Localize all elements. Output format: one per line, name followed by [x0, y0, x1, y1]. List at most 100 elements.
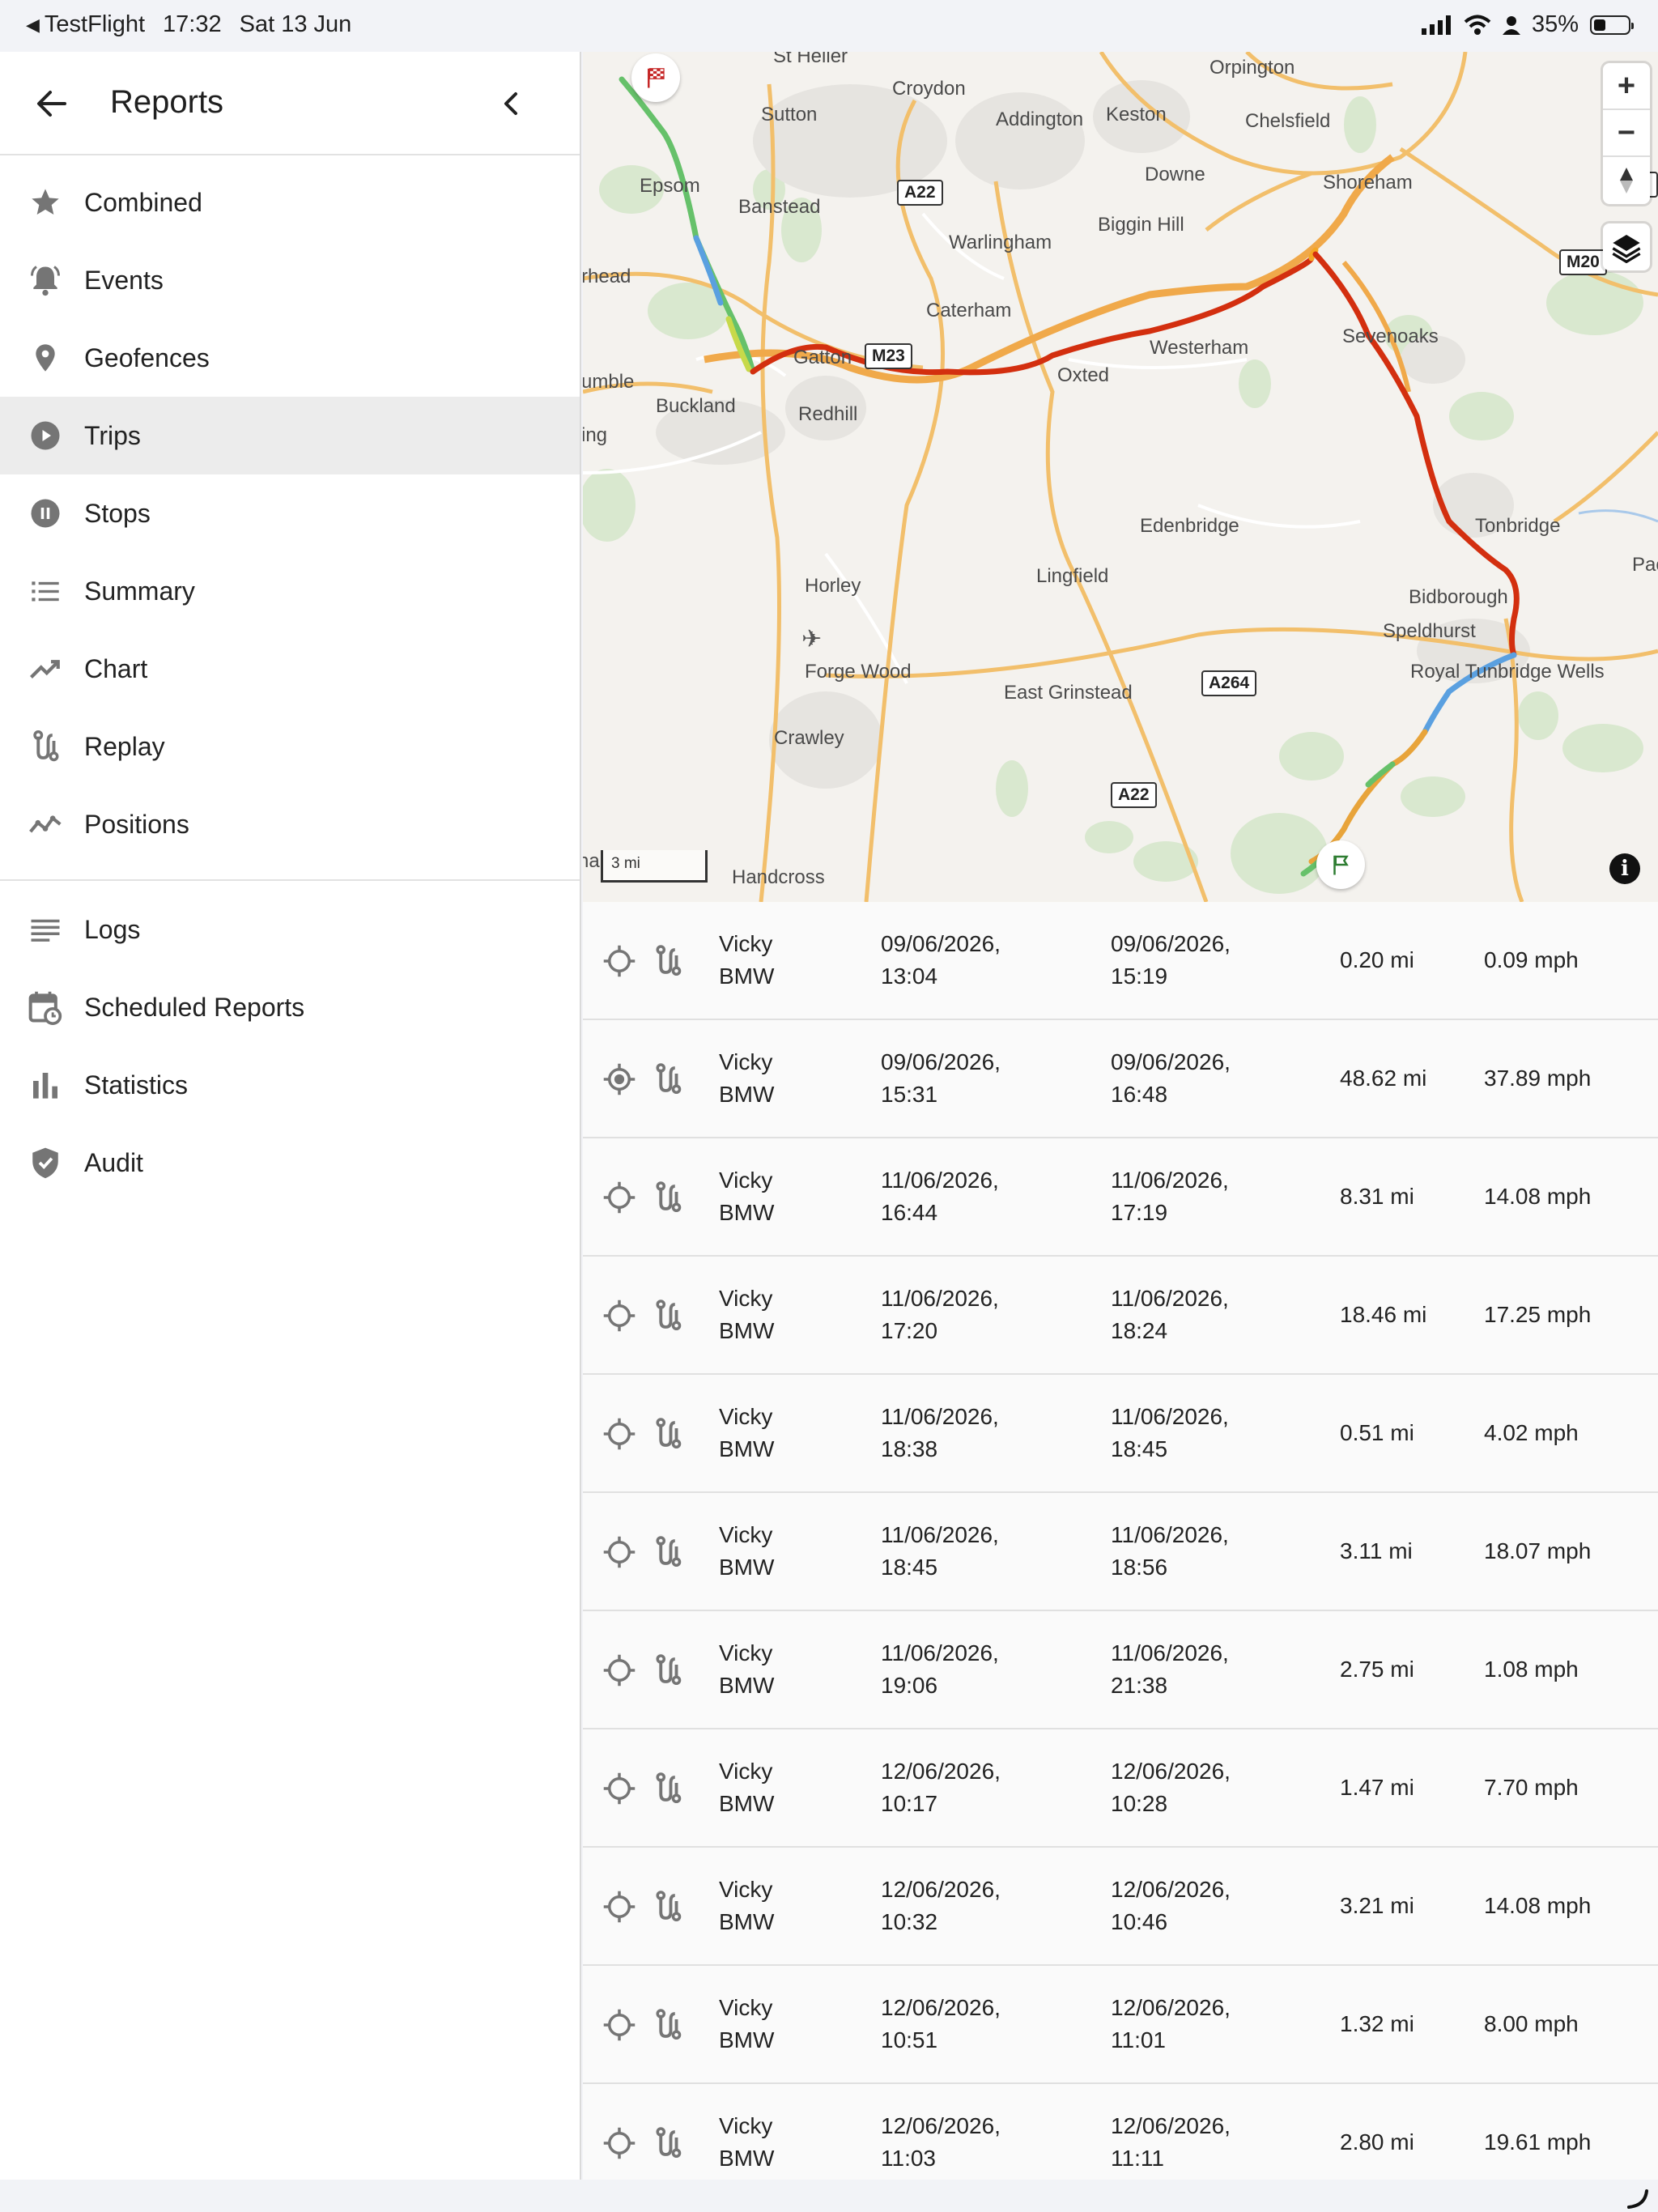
- back-to-app-link[interactable]: ◀ TestFlight: [26, 11, 145, 38]
- start-date-cell: 12/06/2026,: [881, 2113, 1001, 2138]
- map-layers-button[interactable]: [1603, 223, 1650, 270]
- place-label: Bidborough: [1409, 586, 1508, 608]
- sidebar-item-chart[interactable]: Chart: [0, 630, 580, 708]
- map-base-layer: ✈: [583, 52, 1658, 902]
- start-flag-marker[interactable]: [631, 53, 680, 102]
- sidebar-item-events[interactable]: Events: [0, 241, 580, 319]
- table-row[interactable]: Vicky BMW 11/06/2026, 18:45 11/06/2026, 18:5…: [583, 1493, 1658, 1611]
- gps-not-fixed-icon[interactable]: [602, 1772, 636, 1806]
- start-time-cell: 18:38: [881, 1436, 938, 1461]
- table-row[interactable]: Vicky BMW 09/06/2026, 13:04 09/06/2026, 15:1…: [583, 902, 1658, 1020]
- route-replay-icon[interactable]: [651, 1417, 685, 1451]
- start-time-cell: 17:20: [881, 1318, 938, 1343]
- gps-fixed-icon[interactable]: [602, 1062, 636, 1096]
- trending-up-icon: [28, 651, 63, 687]
- average-speed-cell: 17.25 mph: [1484, 1302, 1592, 1327]
- map-zoom-controls: + −: [1603, 63, 1650, 204]
- place-label: Oxted: [1057, 364, 1110, 386]
- signal-icon: [1421, 15, 1451, 35]
- compass-reset-button[interactable]: [1603, 157, 1650, 204]
- gps-not-fixed-icon[interactable]: [602, 1299, 636, 1333]
- sidebar-header: Reports: [0, 52, 580, 155]
- device-cell: Vicky BMW: [719, 1759, 775, 1816]
- trips-table: Vicky BMW 09/06/2026, 13:04 09/06/2026, 15:1…: [583, 902, 1658, 2180]
- place-label: umble: [583, 371, 635, 393]
- route-replay-icon[interactable]: [651, 1653, 685, 1687]
- end-date-cell: 09/06/2026,: [1111, 931, 1231, 956]
- distance-cell: 0.51 mi: [1340, 1420, 1414, 1445]
- place-label: Royal Tunbridge Wells: [1410, 661, 1605, 683]
- table-row[interactable]: Vicky BMW 12/06/2026, 10:17 12/06/2026, 10:2…: [583, 1729, 1658, 1848]
- table-row[interactable]: Vicky BMW 11/06/2026, 17:20 11/06/2026, 18:2…: [583, 1257, 1658, 1375]
- gps-not-fixed-icon[interactable]: [602, 1180, 636, 1214]
- resize-corner-icon: [1627, 2189, 1648, 2209]
- map-scale-bar: 3 mi: [601, 850, 708, 883]
- gps-not-fixed-icon[interactable]: [602, 2126, 636, 2160]
- battery-percent: 35%: [1531, 11, 1579, 37]
- table-row[interactable]: Vicky BMW 09/06/2026, 15:31 09/06/2026, 16:4…: [583, 1020, 1658, 1138]
- table-row[interactable]: Vicky BMW 12/06/2026, 11:03 12/06/2026, 11:1…: [583, 2084, 1658, 2180]
- status-time: 17:32: [163, 11, 222, 37]
- start-time-cell: 15:31: [881, 1082, 938, 1107]
- table-row[interactable]: Vicky BMW 11/06/2026, 19:06 11/06/2026, 21:3…: [583, 1611, 1658, 1729]
- road-shield: A22: [1111, 782, 1157, 808]
- table-row[interactable]: Vicky BMW 12/06/2026, 10:32 12/06/2026, 10:4…: [583, 1848, 1658, 1966]
- sidebar-item-combined[interactable]: Combined: [0, 164, 580, 241]
- device-cell: Vicky BMW: [719, 1995, 775, 2052]
- gps-not-fixed-icon[interactable]: [602, 1890, 636, 1924]
- route-replay-icon[interactable]: [651, 1299, 685, 1333]
- gps-not-fixed-icon[interactable]: [602, 944, 636, 978]
- place-label: Speldhurst: [1383, 620, 1476, 642]
- route-replay-icon[interactable]: [651, 1772, 685, 1806]
- gps-not-fixed-icon[interactable]: [602, 1653, 636, 1687]
- route-replay-icon[interactable]: [651, 2008, 685, 2042]
- route-replay-icon[interactable]: [651, 1535, 685, 1569]
- place-label: Epsom: [640, 175, 700, 197]
- table-row[interactable]: Vicky BMW 11/06/2026, 18:38 11/06/2026, 18:4…: [583, 1375, 1658, 1493]
- table-row[interactable]: Vicky BMW 11/06/2026, 16:44 11/06/2026, 17:1…: [583, 1138, 1658, 1257]
- device-cell: Vicky BMW: [719, 1522, 775, 1580]
- place-label: Sevenoaks: [1342, 325, 1439, 347]
- shield-check-icon: [28, 1145, 63, 1180]
- gps-not-fixed-icon[interactable]: [602, 1535, 636, 1569]
- trip-map[interactable]: ✈ St Helier Orpington Croydon Sutton Add…: [583, 52, 1658, 902]
- sidebar-item-summary[interactable]: Summary: [0, 552, 580, 630]
- sidebar-item-scheduled-reports[interactable]: Scheduled Reports: [0, 968, 580, 1046]
- zoom-out-button[interactable]: −: [1603, 110, 1650, 157]
- sidebar-item-stops[interactable]: Stops: [0, 474, 580, 552]
- place-label: Banstead: [738, 196, 821, 218]
- sidebar-title: Reports: [110, 84, 224, 120]
- sidebar-item-geofences[interactable]: Geofences: [0, 319, 580, 397]
- place-label: rhead: [583, 266, 631, 287]
- end-date-cell: 09/06/2026,: [1111, 1049, 1231, 1074]
- sidebar-item-trips[interactable]: Trips: [0, 397, 580, 474]
- table-row[interactable]: Vicky BMW 12/06/2026, 10:51 12/06/2026, 11:0…: [583, 1966, 1658, 2084]
- route-replay-icon[interactable]: [651, 1180, 685, 1214]
- play-circle-icon: [28, 418, 63, 453]
- map-pin-icon: [28, 340, 63, 376]
- map-attribution-info-button[interactable]: i: [1609, 853, 1640, 884]
- sidebar-item-label: Replay: [84, 731, 165, 761]
- sidebar-item-positions[interactable]: Positions: [0, 785, 580, 863]
- route-replay-icon[interactable]: [651, 1062, 685, 1096]
- sidebar-item-statistics[interactable]: Statistics: [0, 1046, 580, 1124]
- end-flag-marker[interactable]: [1316, 840, 1365, 889]
- start-date-cell: 09/06/2026,: [881, 931, 1001, 956]
- route-replay-icon[interactable]: [651, 2126, 685, 2160]
- end-date-cell: 12/06/2026,: [1111, 1995, 1231, 2020]
- collapse-chevron-icon[interactable]: [495, 87, 528, 120]
- gps-not-fixed-icon[interactable]: [602, 1417, 636, 1451]
- place-label: Lingfield: [1036, 565, 1109, 587]
- start-time-cell: 10:32: [881, 1909, 938, 1934]
- gps-not-fixed-icon[interactable]: [602, 2008, 636, 2042]
- route-replay-icon[interactable]: [651, 1890, 685, 1924]
- back-arrow-icon[interactable]: [32, 84, 71, 123]
- place-label: Edenbridge: [1140, 515, 1239, 537]
- sidebar-item-replay[interactable]: Replay: [0, 708, 580, 785]
- sidebar-item-logs[interactable]: Logs: [0, 891, 580, 968]
- start-time-cell: 11:03: [881, 2146, 936, 2171]
- zoom-in-button[interactable]: +: [1603, 63, 1650, 110]
- route-replay-icon[interactable]: [651, 944, 685, 978]
- place-label: Addington: [996, 108, 1084, 130]
- sidebar-item-audit[interactable]: Audit: [0, 1124, 580, 1202]
